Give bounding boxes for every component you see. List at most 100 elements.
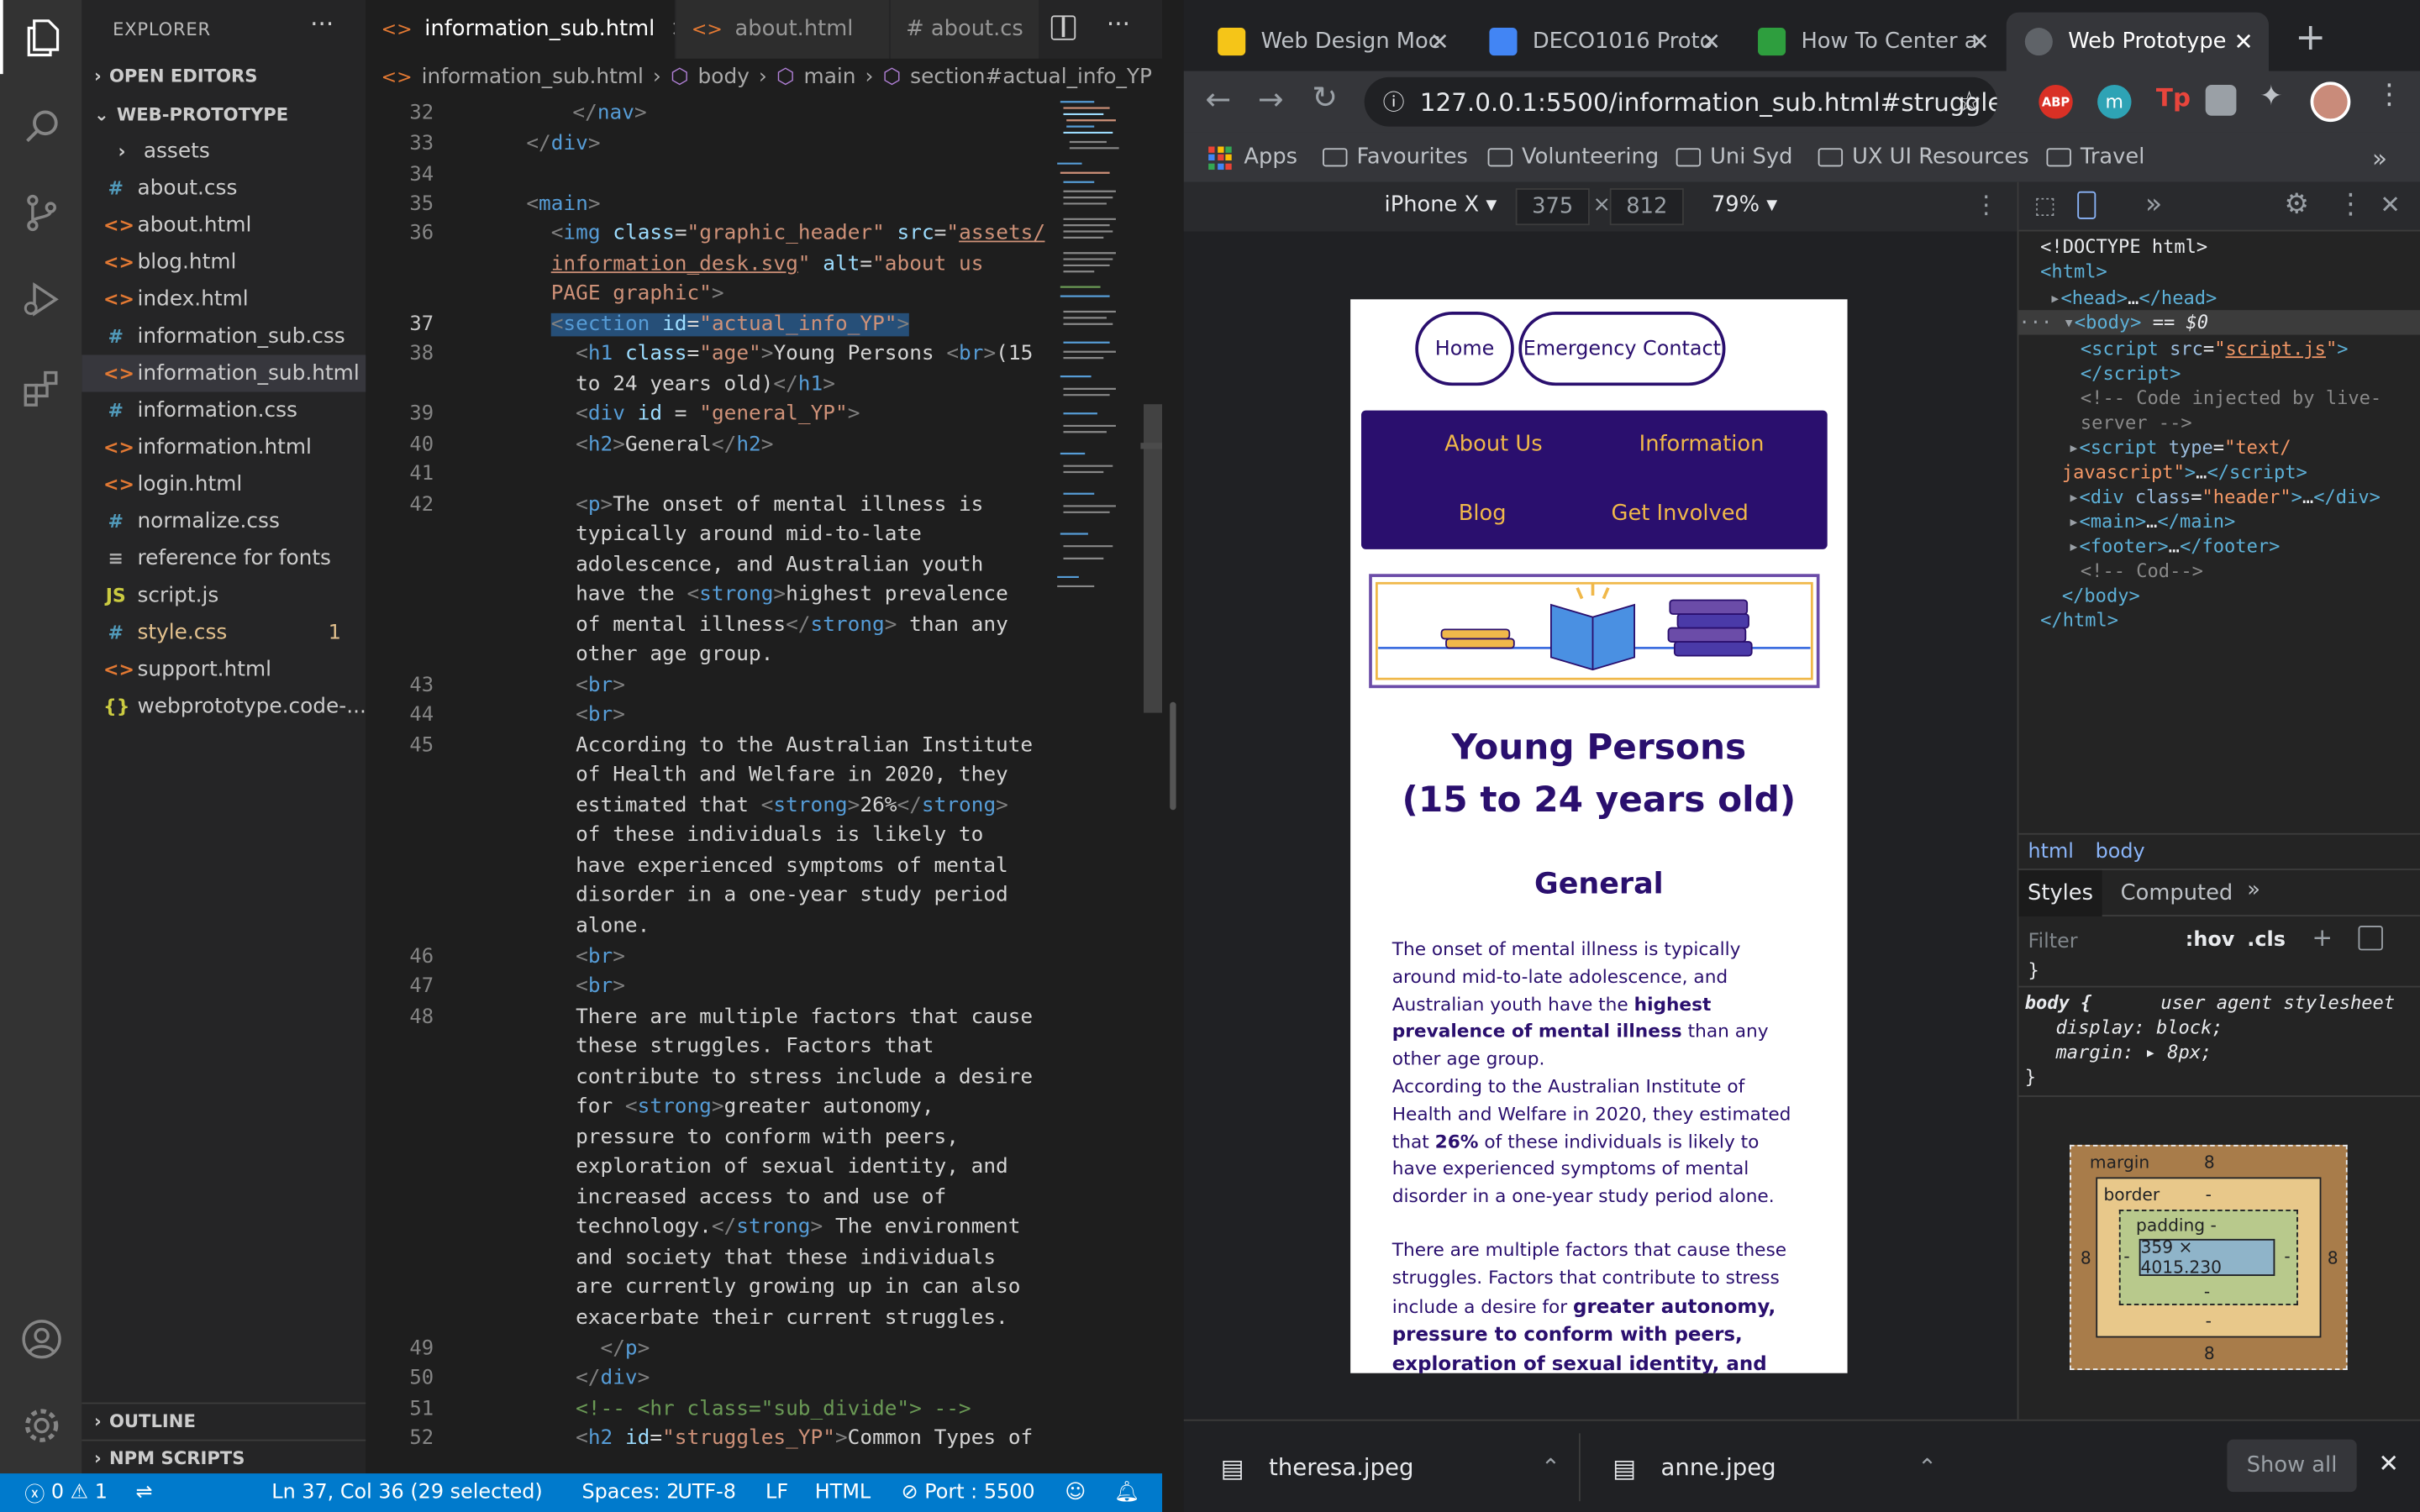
explorer-more-button[interactable]: ··· <box>310 9 334 39</box>
editor-more-button[interactable]: ··· <box>1107 9 1130 39</box>
dom-head[interactable]: ▸<head>…</head> <box>2049 286 2217 310</box>
close-devtools-icon[interactable]: ✕ <box>2380 190 2401 219</box>
toggl-extension-icon[interactable]: Tp <box>2156 83 2191 113</box>
notifications-bell-icon[interactable]: 🔔︎ <box>1114 1473 1139 1512</box>
bookmark-star-icon[interactable]: ☆ <box>1957 86 1982 118</box>
dom-script-inline[interactable]: ▸<script type="text/ <box>2068 435 2291 459</box>
box-model-padding[interactable]: padding - - - - 359 × 4015.230 <box>2118 1209 2298 1305</box>
tab-computed[interactable]: Computed <box>2121 881 2233 906</box>
code-editor[interactable]: </nav> </div> <main> <img class="graphic… <box>366 96 1044 1473</box>
close-downloads-icon[interactable]: ✕ <box>2378 1449 2399 1478</box>
more-panels-icon[interactable]: » <box>2145 188 2162 221</box>
box-model-content[interactable]: 359 × 4015.230 <box>2139 1237 2275 1278</box>
chrome-menu-icon[interactable]: ⋮ <box>2375 79 2403 112</box>
declaration-margin[interactable]: margin: ▸ 8px; <box>2056 1040 2212 1064</box>
nav-emergency-contact-button[interactable]: Emergency Contact <box>1518 312 1726 386</box>
menu-blog[interactable]: Blog <box>1459 501 1507 526</box>
styles-filter-input[interactable]: Filter <box>2028 926 2182 959</box>
run-debug-icon[interactable] <box>0 262 82 336</box>
new-rule-plus-icon[interactable]: + <box>2312 922 2333 952</box>
tab-about-html[interactable]: <> about.html <box>676 0 889 59</box>
more-tabs-icon[interactable]: » <box>2247 878 2260 902</box>
npm-scripts-section[interactable]: › NPM SCRIPTS <box>82 1439 366 1473</box>
close-tab-icon[interactable]: × <box>671 17 675 41</box>
split-editor-icon[interactable] <box>1050 15 1076 40</box>
device-more-icon[interactable]: ⋮ <box>1974 190 1998 219</box>
inspect-element-icon[interactable]: ⬚ <box>2034 192 2056 219</box>
account-icon[interactable] <box>0 1302 82 1376</box>
file-assets[interactable]: › assets <box>82 133 366 170</box>
chevron-up-icon[interactable]: ⌃ <box>1918 1453 1937 1481</box>
file-login-html[interactable]: <> login.html <box>82 466 366 503</box>
sidebar-toggle-icon[interactable] <box>2358 926 2383 951</box>
bookmark-travel[interactable]: Travel <box>2046 133 2144 182</box>
breadcrumb-section[interactable]: section#actual_info_YP <box>910 65 1152 89</box>
file-information-sub-html[interactable]: <> information_sub.html <box>82 354 366 392</box>
address-bar[interactable]: ⓘ 127.0.0.1:5500/information_sub.html#st… <box>1364 76 1997 127</box>
browser-tab-1[interactable]: Web Design Moc ✕ <box>1199 13 1465 71</box>
bookmark-uni-syd[interactable]: Uni Syd <box>1676 133 1792 182</box>
bookmark-volunteering[interactable]: Volunteering <box>1487 133 1659 182</box>
file-information-sub-css[interactable]: # information_sub.css <box>82 318 366 354</box>
momentum-extension-icon[interactable]: m <box>2097 85 2132 119</box>
box-model-border[interactable]: border - - padding - - - - 359 × 4015.23… <box>2096 1177 2322 1338</box>
cursor-position[interactable]: Ln 37, Col 36 (29 selected) <box>271 1473 542 1512</box>
tab-styles[interactable]: Styles <box>2018 869 2102 917</box>
browser-tab-2[interactable]: DECO1016 Proto ✕ <box>1470 13 1736 71</box>
browser-tab-3[interactable]: How To Center a ✕ <box>1739 13 2005 71</box>
tab-about-css[interactable]: # about.cs <box>890 0 1039 59</box>
source-control-icon[interactable] <box>0 176 82 249</box>
menu-information[interactable]: Information <box>1639 432 1765 456</box>
download-item-anne[interactable]: ▤ anne.jpeg ⌃ <box>1612 1421 1967 1512</box>
extension-icon[interactable] <box>2205 85 2237 116</box>
file-information-html[interactable]: <> information.html <box>82 429 366 466</box>
encoding[interactable]: UTF-8 <box>677 1473 736 1512</box>
file-blog-html[interactable]: <> blog.html <box>82 244 366 281</box>
menu-about-us[interactable]: About Us <box>1444 432 1542 456</box>
live-server-port[interactable]: ⊘ Port : 5500 <box>902 1473 1035 1512</box>
device-height-input[interactable]: 812 <box>1609 188 1684 226</box>
tab-information-sub-html[interactable]: <> information_sub.html × <box>366 0 675 59</box>
nav-home-button[interactable]: Home <box>1415 312 1514 386</box>
hover-state-toggle[interactable]: :hov <box>2186 929 2235 953</box>
close-tab-icon[interactable]: ✕ <box>1702 28 1721 55</box>
reload-icon[interactable]: ↻ <box>1312 79 1338 116</box>
bookmark-apps[interactable]: Apps <box>1208 133 1297 182</box>
file-reference-for-fonts[interactable]: ≡ reference for fonts <box>82 540 366 577</box>
scrollbar-thumb[interactable] <box>1144 404 1163 713</box>
breadcrumb-file[interactable]: information_sub.html <box>422 65 644 89</box>
new-tab-button[interactable]: + <box>2295 15 2326 58</box>
dom-tree[interactable]: <!DOCTYPE html> <html> ▸<head>…</head> ·… <box>2018 234 2420 830</box>
dom-doctype[interactable]: <!DOCTYPE html> <box>2040 234 2207 259</box>
close-tab-icon[interactable]: ✕ <box>1430 28 1449 55</box>
language-mode[interactable]: HTML <box>815 1473 871 1512</box>
dom-script[interactable]: <script src="script.js"> <box>2081 336 2349 360</box>
rule-selector[interactable]: body { <box>2025 990 2092 1015</box>
file-normalize-css[interactable]: # normalize.css <box>82 503 366 540</box>
forward-arrow-icon[interactable]: → <box>1258 81 1284 118</box>
show-all-button[interactable]: Show all <box>2227 1439 2357 1493</box>
breadcrumb-body[interactable]: body <box>698 65 750 89</box>
bookmark-ux-ui-resources[interactable]: UX UI Resources <box>1818 133 2029 182</box>
indentation[interactable]: Spaces: 2 <box>581 1473 679 1512</box>
box-model-margin[interactable]: margin 8 8 8 8 border - - padding - - - … <box>2070 1144 2348 1371</box>
feedback-icon[interactable]: ☺ <box>1065 1473 1086 1512</box>
minimap[interactable] <box>1048 96 1140 605</box>
device-select[interactable]: iPhone X ▾ <box>1385 193 1497 218</box>
menu-get-involved[interactable]: Get Involved <box>1612 501 1749 526</box>
problems-indicator[interactable]: ⓧ 0 ⚠ 1 <box>24 1473 108 1512</box>
file-script-js[interactable]: JS script.js <box>82 577 366 614</box>
settings-gear-icon[interactable] <box>0 1389 82 1462</box>
download-item-theresa[interactable]: ▤ theresa.jpeg ⌃ <box>1221 1421 1576 1512</box>
file-index-html[interactable]: <> index.html <box>82 281 366 318</box>
file-style-css[interactable]: # style.css 1 <box>82 614 366 651</box>
adblock-extension-icon[interactable]: ABP <box>2039 85 2073 119</box>
close-tab-icon[interactable]: ✕ <box>1970 28 1989 55</box>
file-about-html[interactable]: <> about.html <box>82 207 366 244</box>
bookmarks-overflow[interactable]: » <box>2372 133 2387 182</box>
dom-comment-2[interactable]: <!-- Cod--> <box>2081 559 2203 583</box>
project-folder-section[interactable]: ⌄ WEB-PROTOTYPE <box>82 97 366 131</box>
search-icon[interactable] <box>0 90 82 164</box>
browser-tab-active[interactable]: Web Prototype ✕ <box>2006 12 2269 71</box>
profile-avatar[interactable] <box>2310 81 2351 123</box>
